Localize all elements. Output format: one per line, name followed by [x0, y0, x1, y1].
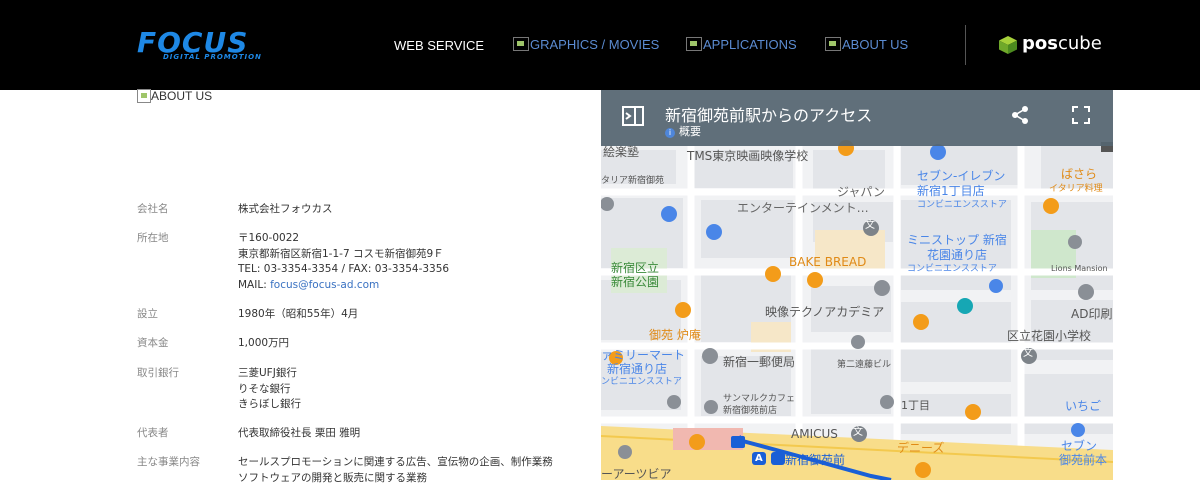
- map-label[interactable]: 御苑前本: [1059, 453, 1107, 468]
- info-icon: i: [665, 128, 675, 138]
- map-label[interactable]: 新宿一郵便局: [723, 355, 795, 370]
- map-label[interactable]: セブン-イレブン: [917, 169, 1005, 184]
- map-label[interactable]: 新宿1丁目店: [917, 184, 985, 199]
- poscube-text: poscube: [1022, 33, 1102, 54]
- map-label[interactable]: 映像テクノアカデミア: [765, 305, 884, 320]
- broken-image-icon: [513, 37, 529, 51]
- nav-web-service[interactable]: WEB SERVICE: [394, 38, 484, 54]
- map-label[interactable]: サンマルクカフェ: [723, 394, 795, 404]
- map-overview-label: 概要: [679, 125, 701, 138]
- map-label[interactable]: 御苑 炉庵: [649, 328, 701, 343]
- nav-about-us[interactable]: ABOUT US: [825, 37, 908, 53]
- info-label: 代表者: [137, 427, 169, 439]
- map-label[interactable]: コンビニエンスストア: [907, 264, 997, 274]
- nav-applications-label: APPLICATIONS: [703, 37, 797, 52]
- map-label[interactable]: いちご: [1065, 399, 1101, 414]
- map-label[interactable]: 1丁目: [901, 399, 930, 413]
- map-label[interactable]: ァミリーマート: [601, 348, 685, 363]
- map-label[interactable]: 花園通り店: [927, 248, 987, 263]
- info-label: 会社名: [137, 203, 169, 215]
- map-label[interactable]: AD印刷: [1071, 307, 1112, 322]
- mail-link[interactable]: focus@focus-ad.com: [270, 279, 379, 291]
- cube-icon: [999, 36, 1017, 54]
- focus-logo[interactable]: FOCUS DIGITAL PROMOTION: [137, 28, 297, 64]
- map-label[interactable]: BAKE BREAD: [789, 255, 866, 270]
- info-label: 設立: [137, 308, 158, 320]
- info-value: セールスプロモーションに関連する広告、宣伝物の企画、制作業務 ソフトウェアの開発…: [238, 456, 553, 484]
- map-label[interactable]: セブン: [1061, 439, 1097, 454]
- map-label[interactable]: ジャパン: [837, 185, 885, 200]
- map-label[interactable]: ばさら: [1061, 167, 1097, 182]
- map-label[interactable]: 新宿御苑前店: [723, 406, 777, 416]
- about-heading: ABOUT US: [137, 89, 212, 103]
- map-label[interactable]: 新宿公園: [611, 275, 659, 290]
- map-label[interactable]: TMS東京映画映像学校: [687, 149, 808, 164]
- map-label[interactable]: 区立花園小学校: [1007, 329, 1091, 344]
- map-label[interactable]: コンビニエンスストア: [917, 200, 1007, 210]
- share-icon[interactable]: [1011, 105, 1029, 125]
- nav-graphics-movies[interactable]: GRAPHICS / MOVIES: [513, 37, 659, 53]
- station-exit-icon[interactable]: A: [755, 453, 763, 465]
- map-subtitle[interactable]: i 概要: [665, 123, 701, 139]
- nav-graphics-label: GRAPHICS / MOVIES: [530, 37, 660, 52]
- logo-subtitle: DIGITAL PROMOTION: [163, 53, 262, 61]
- map-label[interactable]: 新宿区立: [611, 261, 659, 276]
- nav-applications[interactable]: APPLICATIONS: [686, 37, 797, 53]
- fullscreen-icon[interactable]: [1071, 105, 1091, 125]
- map-canvas: [601, 90, 1113, 480]
- header-divider: [965, 25, 966, 65]
- culture-icon: 文: [853, 427, 863, 438]
- map-label[interactable]: AMICUS: [791, 427, 838, 442]
- info-label: 主な事業内容: [137, 456, 200, 468]
- broken-image-icon: [137, 89, 151, 103]
- map-title-bar: 新宿御苑前駅からのアクセス i 概要: [601, 90, 1113, 146]
- info-value: 1,000万円: [238, 337, 290, 349]
- map-label[interactable]: ンビニエンスストア: [601, 377, 682, 387]
- info-label: 所在地: [137, 232, 169, 244]
- info-value: 〒160-0022 東京都新宿区新宿1-1-7 コスモ新宿御苑9Ｆ TEL: 0…: [238, 232, 450, 291]
- info-label: 資本金: [137, 337, 169, 349]
- map-label[interactable]: デニーズ: [897, 441, 944, 456]
- map-label[interactable]: イタリア料理: [1049, 184, 1103, 194]
- info-value: 三菱UFJ銀行 りそな銀行 きらぼし銀行: [238, 367, 301, 410]
- about-heading-text: ABOUT US: [151, 89, 213, 103]
- map-label[interactable]: 第二遠藤ビル: [837, 360, 891, 370]
- map-label[interactable]: ミニストップ 新宿: [907, 233, 1007, 248]
- map-label[interactable]: Lions Mansion: [1051, 264, 1108, 273]
- site-header: FOCUS DIGITAL PROMOTION WEB SERVICE GRAP…: [0, 0, 1200, 90]
- map-label[interactable]: タリア新宿御苑: [601, 176, 664, 186]
- map-label[interactable]: 新宿御苑前: [785, 453, 845, 468]
- info-value: 代表取締役社長 栗田 雅明: [238, 427, 361, 439]
- map-label[interactable]: エンターテインメント…: [737, 201, 869, 216]
- info-value: 株式会社フォウカス: [238, 203, 333, 215]
- info-label: 取引銀行: [137, 367, 179, 379]
- info-value: 1980年（昭和55年）4月: [238, 308, 359, 320]
- nav-about-label: ABOUT US: [842, 37, 909, 52]
- broken-image-icon: [686, 37, 702, 51]
- map-panel-icon[interactable]: [621, 105, 645, 127]
- map-label[interactable]: 絵楽塾: [603, 145, 639, 160]
- culture-icon: 文: [865, 220, 875, 231]
- culture-icon: 文: [1023, 348, 1033, 359]
- broken-image-icon: [825, 37, 841, 51]
- map-label[interactable]: ーアーツビア: [601, 467, 672, 480]
- map-label[interactable]: 新宿通り店: [607, 362, 667, 377]
- embedded-map[interactable]: 新宿御苑前駅からのアクセス i 概要 絵楽塾 TMS東京映画映像学校 タリア新宿御…: [601, 90, 1113, 480]
